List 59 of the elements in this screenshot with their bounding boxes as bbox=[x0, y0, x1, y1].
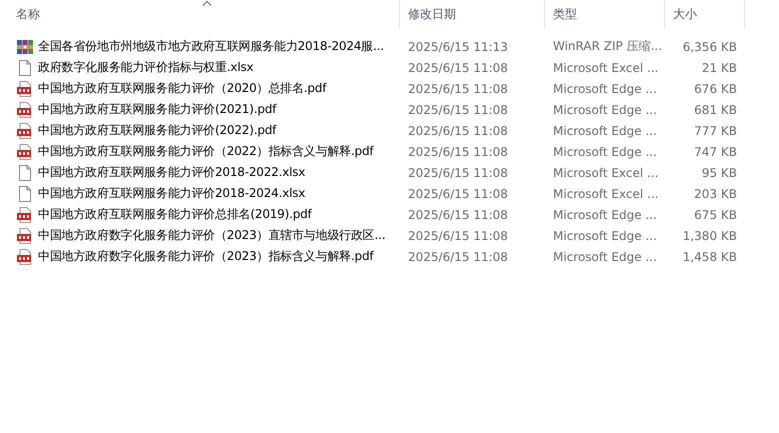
column-header[interactable]: 名称 bbox=[16, 6, 40, 22]
file-type: Microsoft Edge ... bbox=[552, 228, 658, 242]
file-type: WinRAR ZIP 压缩... bbox=[552, 38, 664, 55]
file-name[interactable]: 政府数字化服务能力评价指标与权重.xlsx bbox=[38, 59, 254, 76]
modified-date: 2025/6/15 11:08 bbox=[407, 250, 509, 264]
pdf-file-icon bbox=[17, 248, 33, 264]
modified-date: 2025/6/15 11:08 bbox=[407, 102, 509, 116]
file-type: Microsoft Edge ... bbox=[552, 102, 658, 116]
archive-icon bbox=[17, 38, 33, 54]
blank-file-icon bbox=[17, 186, 33, 202]
file-type: Microsoft Edge ... bbox=[552, 82, 658, 96]
file-size: 21 KB bbox=[700, 60, 738, 74]
modified-date: 2025/6/15 11:08 bbox=[407, 124, 509, 138]
blank-file-icon bbox=[17, 164, 33, 180]
file-type: Microsoft Edge ... bbox=[552, 124, 658, 138]
file-size: 1,458 KB bbox=[682, 250, 738, 264]
file-size: 203 KB bbox=[693, 186, 738, 200]
modified-date: 2025/6/15 11:08 bbox=[407, 144, 509, 158]
pdf-file-icon bbox=[17, 228, 33, 244]
file-type: Microsoft Edge ... bbox=[552, 144, 658, 158]
modified-date: 2025/6/15 11:08 bbox=[407, 166, 509, 180]
file-name[interactable]: 中国地方政府数字化服务能力评价（2023）直辖市与地级行政区... bbox=[38, 227, 386, 244]
file-name[interactable]: 中国地方政府互联网服务能力评价2018-2024.xlsx bbox=[38, 185, 306, 202]
file-name[interactable]: 全国各省份地市州地级市地方政府互联网服务能力2018-2024服... bbox=[38, 38, 384, 55]
file-size: 95 KB bbox=[700, 166, 738, 180]
file-name[interactable]: 中国地方政府互联网服务能力评价（2020）总排名.pdf bbox=[38, 80, 326, 97]
modified-date: 2025/6/15 11:08 bbox=[407, 208, 509, 222]
pdf-file-icon bbox=[17, 206, 33, 222]
modified-date: 2025/6/15 11:08 bbox=[407, 228, 509, 242]
file-type: Microsoft Excel ... bbox=[552, 186, 660, 200]
file-name[interactable]: 中国地方政府互联网服务能力评价2018-2022.xlsx bbox=[38, 164, 306, 181]
file-size: 675 KB bbox=[693, 208, 738, 222]
file-type: Microsoft Edge ... bbox=[552, 250, 658, 264]
file-name[interactable]: 中国地方政府数字化服务能力评价（2023）指标含义与解释.pdf bbox=[38, 248, 374, 265]
column-header[interactable]: 大小 bbox=[673, 6, 697, 22]
file-size: 1,380 KB bbox=[682, 228, 738, 242]
file-name[interactable]: 中国地方政府互联网服务能力评价(2021).pdf bbox=[38, 101, 276, 118]
file-size: 676 KB bbox=[693, 82, 738, 96]
file-size: 777 KB bbox=[693, 124, 738, 138]
blank-file-icon bbox=[17, 60, 33, 76]
pdf-file-icon bbox=[17, 80, 33, 96]
column-header[interactable]: 修改日期 bbox=[408, 6, 456, 22]
pdf-file-icon bbox=[17, 102, 33, 118]
modified-date: 2025/6/15 11:13 bbox=[407, 40, 509, 54]
modified-date: 2025/6/15 11:08 bbox=[407, 60, 509, 74]
modified-date: 2025/6/15 11:08 bbox=[407, 186, 509, 200]
file-size: 681 KB bbox=[693, 102, 738, 116]
file-name[interactable]: 中国地方政府互联网服务能力评价总排名(2019).pdf bbox=[38, 206, 312, 223]
file-name[interactable]: 中国地方政府互联网服务能力评价(2022).pdf bbox=[38, 122, 276, 139]
file-size: 747 KB bbox=[693, 144, 738, 158]
file-size: 6,356 KB bbox=[682, 40, 738, 54]
file-type: Microsoft Excel ... bbox=[552, 60, 660, 74]
pdf-file-icon bbox=[17, 122, 33, 138]
file-type: Microsoft Excel ... bbox=[552, 166, 660, 180]
column-header[interactable]: 类型 bbox=[553, 6, 577, 22]
file-type: Microsoft Edge ... bbox=[552, 208, 658, 222]
modified-date: 2025/6/15 11:08 bbox=[407, 82, 509, 96]
file-name[interactable]: 中国地方政府互联网服务能力评价（2022）指标含义与解释.pdf bbox=[38, 143, 374, 160]
pdf-file-icon bbox=[17, 144, 33, 160]
